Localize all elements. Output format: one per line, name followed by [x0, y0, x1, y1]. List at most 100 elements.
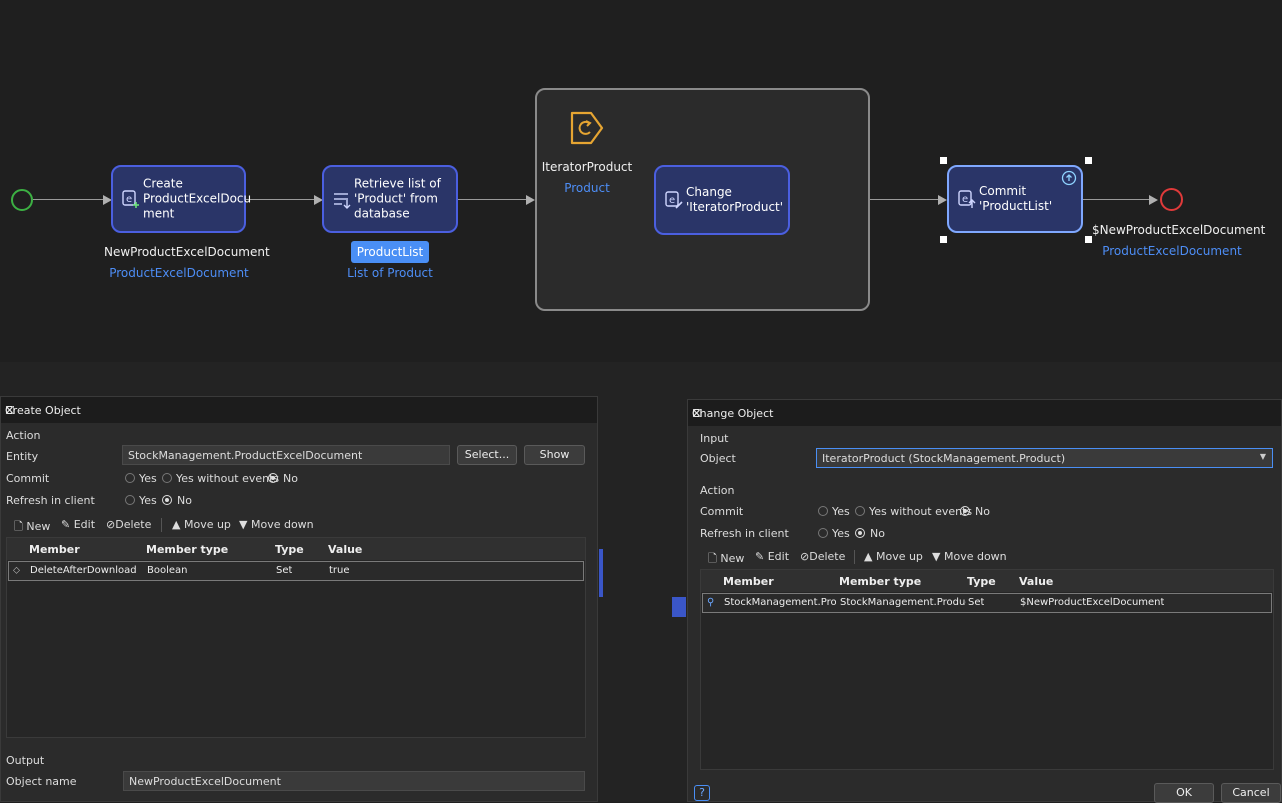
- commit-no-label[interactable]: No: [975, 505, 990, 518]
- close-button[interactable]: ✕: [5, 404, 583, 417]
- move-down-icon: ▼: [239, 518, 248, 531]
- commit-yes-no-events-label[interactable]: Yes without events: [869, 505, 972, 518]
- object-select-value: IteratorProduct (StockManagement.Product…: [822, 452, 1066, 465]
- entity-label: Entity: [6, 450, 39, 463]
- refresh-no-label[interactable]: No: [870, 527, 885, 540]
- action-section-label: Action: [700, 484, 735, 497]
- new-icon: 🗋: [708, 552, 717, 565]
- retrieve-activity[interactable]: Retrieve list of 'Product' from database: [322, 165, 458, 233]
- delete-button[interactable]: ⊘Delete: [106, 518, 151, 531]
- dialog-title-bar[interactable]: Create Object ☐ ✕: [1, 397, 597, 423]
- new-icon: 🗋: [14, 520, 23, 533]
- loop-container[interactable]: IteratorProduct Product e Change 'Iterat…: [535, 88, 870, 311]
- edit-icon: ✎: [61, 518, 71, 531]
- close-button[interactable]: ✕: [692, 407, 1275, 420]
- change-object-icon: e: [665, 191, 683, 209]
- move-down-button[interactable]: ▼ Move down: [932, 550, 1007, 563]
- move-up-button[interactable]: ▲ Move up: [864, 550, 923, 563]
- member-type-cell: Boolean: [147, 565, 188, 576]
- cancel-button[interactable]: Cancel: [1221, 783, 1281, 803]
- member-cell: StockManagement.Produ...: [724, 597, 836, 608]
- toolbar-separator: [161, 518, 162, 532]
- commit-yes-no-events-radio[interactable]: [855, 506, 865, 516]
- move-down-button[interactable]: ▼ Move down: [239, 518, 314, 531]
- retrieve-node-label: Retrieve list of 'Product' from database: [354, 176, 441, 221]
- new-button[interactable]: 🗋 New: [14, 518, 50, 537]
- entity-field[interactable]: StockManagement.ProductExcelDocument: [122, 445, 450, 465]
- move-up-icon: ▲: [172, 518, 181, 531]
- commit-yes-radio[interactable]: [125, 473, 135, 483]
- start-event[interactable]: [11, 189, 33, 211]
- flow-arrow: [526, 195, 535, 205]
- commit-no-label[interactable]: No: [283, 472, 298, 485]
- microflow-canvas[interactable]: e Create ProductExcelDocu ment NewProduc…: [0, 0, 1282, 362]
- column-header[interactable]: Value: [1019, 575, 1053, 588]
- column-header[interactable]: Member: [723, 575, 774, 588]
- column-header[interactable]: Member type: [146, 543, 228, 556]
- column-header[interactable]: Value: [328, 543, 362, 556]
- object-name-label: Object name: [6, 775, 77, 788]
- commit-yes-no-events-label[interactable]: Yes without events: [176, 472, 279, 485]
- commit-activity[interactable]: e Commit 'ProductList': [947, 165, 1083, 233]
- retrieve-variable-badge[interactable]: ProductList: [351, 241, 429, 263]
- flow-arrow: [1149, 195, 1158, 205]
- selection-handle[interactable]: [940, 236, 947, 243]
- refresh-yes-label[interactable]: Yes: [832, 527, 850, 540]
- background-artifact: [672, 597, 686, 617]
- delete-button[interactable]: ⊘Delete: [800, 550, 845, 563]
- retrieve-list-icon: [334, 193, 351, 209]
- iterator-name: IteratorProduct: [541, 160, 633, 174]
- commit-label: Commit: [700, 505, 744, 518]
- show-button[interactable]: Show: [524, 445, 585, 465]
- commit-yes-label[interactable]: Yes: [139, 472, 157, 485]
- edit-button[interactable]: ✎ Edit: [755, 550, 789, 563]
- svg-text:e: e: [126, 194, 132, 205]
- toolbar-separator: [854, 550, 855, 564]
- member-grid[interactable]: Member Member type Type Value ⚲ StockMan…: [700, 569, 1274, 770]
- help-button[interactable]: ?: [694, 785, 710, 801]
- ok-button[interactable]: OK: [1154, 783, 1214, 803]
- edit-button[interactable]: ✎ Edit: [61, 518, 95, 531]
- selection-handle[interactable]: [940, 157, 947, 164]
- commit-object-icon: e: [958, 190, 976, 208]
- edit-icon: ✎: [755, 550, 765, 563]
- change-object-activity[interactable]: e Change 'IteratorProduct': [654, 165, 790, 235]
- create-object-dialog: Create Object ☐ ✕ Action Entity StockMan…: [0, 396, 598, 802]
- table-row[interactable]: ⚲ StockManagement.Produ... StockManageme…: [702, 593, 1272, 613]
- object-select[interactable]: IteratorProduct (StockManagement.Product…: [816, 448, 1273, 468]
- refresh-no-label[interactable]: No: [177, 494, 192, 507]
- commit-no-radio[interactable]: [268, 473, 278, 483]
- commit-yes-label[interactable]: Yes: [832, 505, 850, 518]
- iterator-type: Product: [564, 181, 610, 195]
- move-up-button[interactable]: ▲ Move up: [172, 518, 231, 531]
- selection-handle[interactable]: [1085, 236, 1092, 243]
- select-button[interactable]: Select...: [457, 445, 517, 465]
- association-icon: ⚲: [707, 597, 715, 608]
- end-event[interactable]: [1160, 188, 1183, 211]
- commit-no-radio[interactable]: [960, 506, 970, 516]
- column-header[interactable]: Type: [275, 543, 304, 556]
- input-section-label: Input: [700, 432, 729, 445]
- commit-yes-radio[interactable]: [818, 506, 828, 516]
- new-button[interactable]: 🗋 New: [708, 550, 744, 569]
- refresh-yes-radio[interactable]: [125, 495, 135, 505]
- refresh-yes-radio[interactable]: [818, 528, 828, 538]
- column-header[interactable]: Member type: [839, 575, 921, 588]
- selection-handle[interactable]: [1085, 157, 1092, 164]
- column-header[interactable]: Type: [967, 575, 996, 588]
- commit-yes-no-events-radio[interactable]: [162, 473, 172, 483]
- dialog-title-bar[interactable]: Change Object ☐ ✕: [688, 400, 1281, 426]
- refresh-no-radio[interactable]: [162, 495, 172, 505]
- refresh-label: Refresh in client: [6, 494, 95, 507]
- refresh-yes-label[interactable]: Yes: [139, 494, 157, 507]
- create-object-activity[interactable]: e Create ProductExcelDocu ment: [111, 165, 251, 233]
- refresh-no-radio[interactable]: [855, 528, 865, 538]
- object-name-field[interactable]: NewProductExcelDocument: [123, 771, 585, 791]
- create-variable-name: NewProductExcelDocument: [104, 245, 270, 259]
- value-cell: $NewProductExcelDocument: [1020, 597, 1165, 608]
- table-row[interactable]: ⬦ DeleteAfterDownload Boolean Set true: [8, 561, 584, 581]
- type-cell: Set: [968, 597, 985, 608]
- member-grid[interactable]: Member Member type Type Value ⬦ DeleteAf…: [6, 537, 586, 738]
- column-header[interactable]: Member: [29, 543, 80, 556]
- retrieve-variable-name: ProductList: [356, 245, 424, 259]
